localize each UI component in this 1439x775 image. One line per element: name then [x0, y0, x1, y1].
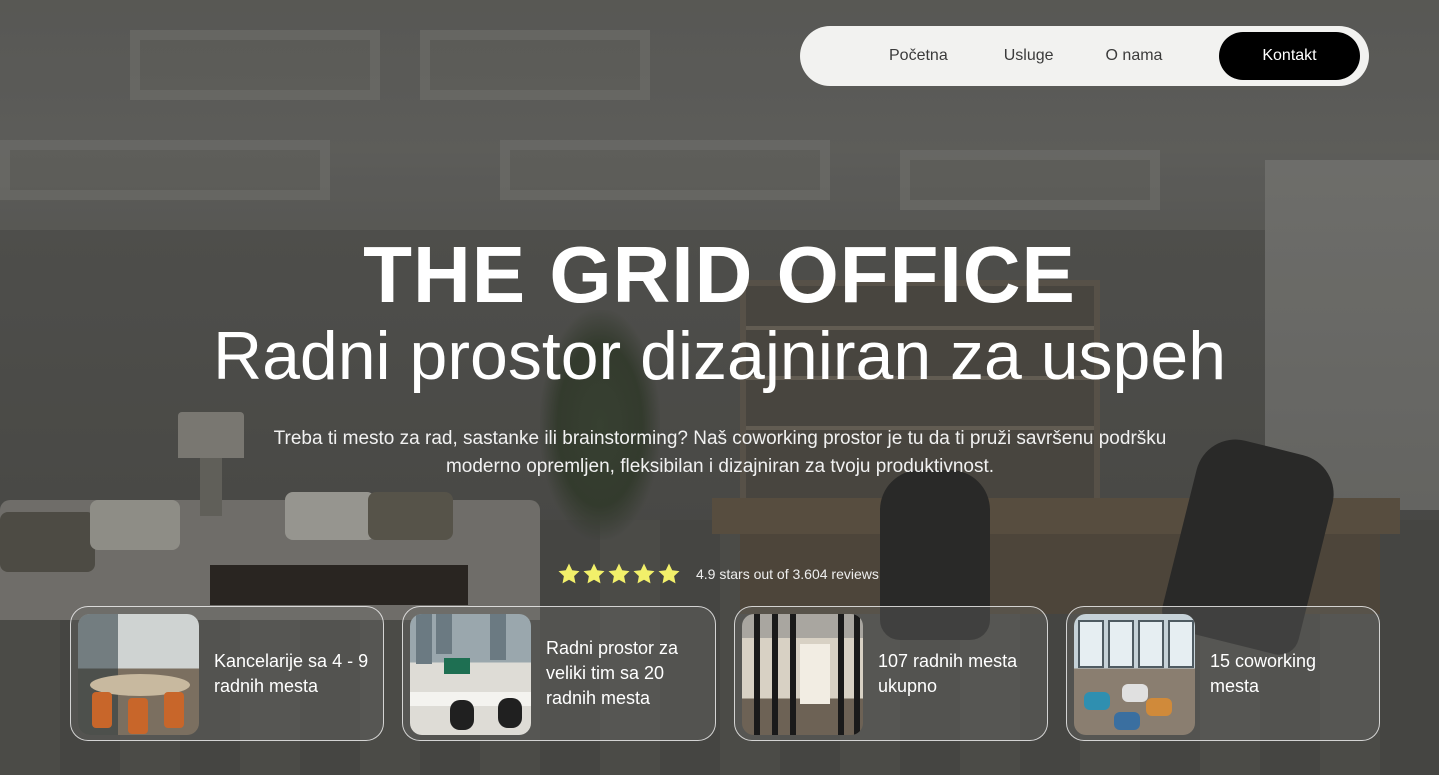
nav-link-usluge[interactable]: Usluge — [1004, 47, 1054, 65]
feature-card-text: 107 radnih mesta ukupno — [878, 650, 1018, 696]
team-workspace-photo — [410, 614, 531, 735]
hero-title: THE GRID OFFICE — [363, 230, 1076, 319]
rating: 4.9 stars out of 3.604 reviews — [557, 560, 879, 588]
hero-subtitle: Radni prostor dizajniran za uspeh — [212, 318, 1227, 394]
star-icon — [633, 563, 655, 584]
feature-card-total-seats[interactable]: 107 radnih mesta ukupno — [734, 606, 1048, 741]
feature-card-text: 15 coworking mesta — [1210, 650, 1317, 696]
lounge-photo — [1074, 614, 1195, 735]
star-icon — [658, 563, 680, 584]
star-icon — [558, 563, 580, 584]
rating-text: 4.9 stars out of 3.604 reviews — [696, 566, 879, 582]
rating-stars — [557, 562, 682, 586]
office-room-photo — [78, 614, 199, 735]
top-navigation: Početna Usluge O nama Kontakt — [800, 26, 1369, 86]
feature-card-coworking[interactable]: 15 coworking mesta — [1066, 606, 1380, 741]
star-icon — [608, 563, 630, 584]
nav-links: Početna Usluge O nama — [889, 47, 1162, 65]
hero-description: Treba ti mesto za rad, sastanke ili brai… — [273, 428, 1167, 477]
feature-card-text: Radni prostor za veliki tim sa 20 radnih… — [546, 638, 679, 708]
nav-link-o-nama[interactable]: O nama — [1106, 47, 1163, 65]
feature-card-team-space[interactable]: Radni prostor za veliki tim sa 20 radnih… — [402, 606, 716, 741]
star-icon — [583, 563, 605, 584]
contact-button[interactable]: Kontakt — [1219, 32, 1360, 80]
nav-link-pocetna[interactable]: Početna — [889, 47, 948, 65]
hallway-photo — [742, 614, 863, 735]
feature-card-text: Kancelarije sa 4 - 9 radnih mesta — [214, 650, 369, 696]
feature-card-offices[interactable]: Kancelarije sa 4 - 9 radnih mesta — [70, 606, 384, 741]
